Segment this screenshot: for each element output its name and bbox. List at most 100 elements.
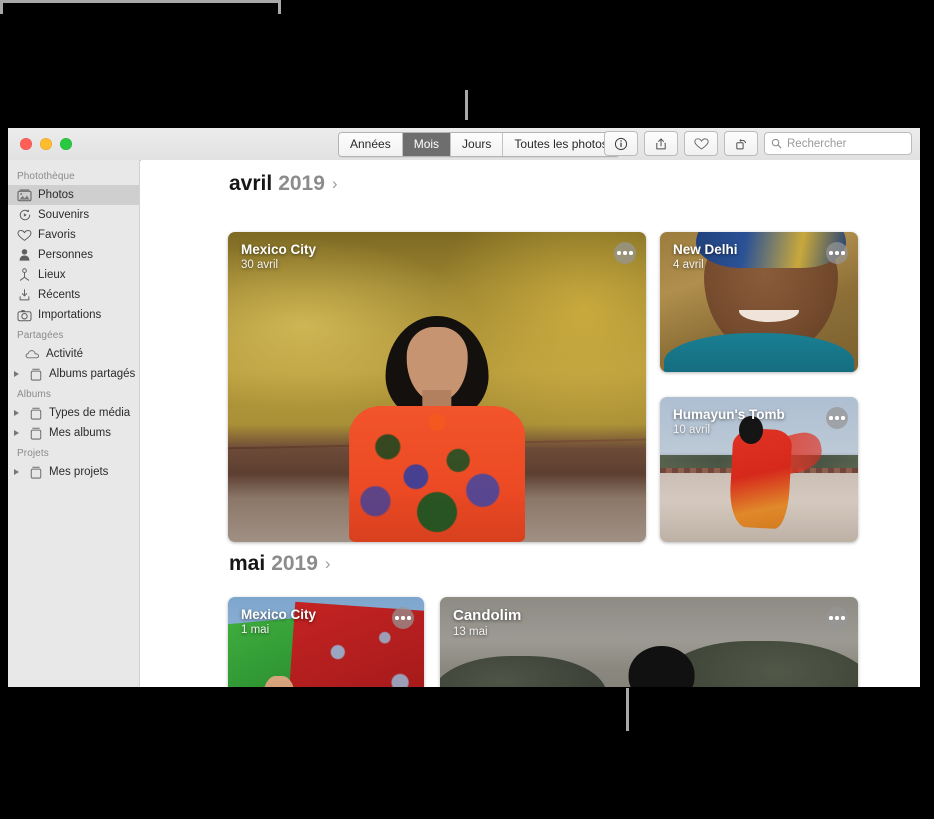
- chevron-right-icon[interactable]: ›: [332, 174, 338, 194]
- sidebar-item-albums-partages-label: Albums partagés: [49, 368, 136, 380]
- rotate-button[interactable]: [724, 131, 758, 156]
- chevron-right-icon[interactable]: [14, 430, 25, 436]
- sidebar-item-mes-projets[interactable]: Mes projets: [8, 462, 139, 482]
- photo-card-humayuns-tomb[interactable]: Humayun's Tomb 10 avril: [660, 397, 858, 542]
- sidebar-item-favoris[interactable]: Favoris: [8, 225, 139, 245]
- person-icon: [17, 248, 32, 263]
- photo-card-date: 1 mai: [241, 624, 270, 636]
- photos-icon: [17, 188, 32, 203]
- photo-card-mexico-city-avril[interactable]: Mexico City 30 avril: [228, 232, 646, 542]
- sidebar-item-lieux[interactable]: Lieux: [8, 265, 139, 285]
- sidebar-section-albums-header: Albums: [17, 389, 51, 400]
- close-button[interactable]: [20, 138, 32, 150]
- more-options-button[interactable]: [826, 607, 848, 629]
- camera-icon: [17, 308, 32, 323]
- photo-card-title: Mexico City: [241, 607, 317, 622]
- sidebar-item-mes-albums-label: Mes albums: [49, 427, 111, 439]
- sidebar-item-lieux-label: Lieux: [38, 269, 66, 281]
- more-options-button[interactable]: [826, 242, 848, 264]
- sidebar-section-photolibrary-header: Photothèque: [17, 171, 75, 182]
- download-icon: [17, 288, 32, 303]
- tab-mois[interactable]: Mois: [402, 133, 452, 156]
- month-header-avril[interactable]: avril 2019 ›: [141, 160, 920, 204]
- info-button[interactable]: [604, 131, 638, 156]
- month-year: 2019: [278, 172, 325, 195]
- sidebar-section-projects-header: Projets: [17, 448, 49, 459]
- sidebar-item-recents[interactable]: Récents: [8, 285, 139, 305]
- screenshot-root: Années Mois Jours Toutes les photos Rech…: [0, 0, 934, 819]
- pin-icon: [17, 268, 32, 283]
- minimize-button[interactable]: [40, 138, 52, 150]
- tab-annees-label: Années: [350, 137, 391, 151]
- search-input[interactable]: Rechercher: [764, 132, 912, 155]
- album-icon: [28, 406, 43, 421]
- heart-icon: [17, 228, 32, 243]
- photo-card-title: Candolim: [453, 607, 522, 624]
- month-name: mai: [229, 552, 266, 575]
- sidebar-item-activite[interactable]: Activité: [8, 344, 139, 364]
- sidebar-item-importations[interactable]: Importations: [8, 305, 139, 325]
- tab-jours-label: Jours: [462, 137, 492, 151]
- photo-card-date: 13 mai: [453, 626, 488, 638]
- callout-stem-bottom: [626, 688, 629, 731]
- photo-card-new-delhi[interactable]: New Delhi 4 avril: [660, 232, 858, 372]
- callout-bracket: [0, 0, 281, 14]
- sidebar-item-souvenirs[interactable]: Souvenirs: [8, 205, 139, 225]
- tab-toutes-les-photos[interactable]: Toutes les photos: [503, 133, 619, 156]
- share-button[interactable]: [644, 131, 678, 156]
- chevron-right-icon[interactable]: [14, 410, 25, 416]
- view-mode-segmented-control[interactable]: Années Mois Jours Toutes les photos: [338, 132, 620, 157]
- sidebar-item-mes-projets-label: Mes projets: [49, 466, 109, 478]
- tab-jours[interactable]: Jours: [451, 133, 504, 156]
- photos-grid[interactable]: avril 2019 › Mexico City 30 avril New De…: [141, 160, 920, 687]
- share-icon: [656, 137, 666, 149]
- month-header-mai[interactable]: mai 2019 ›: [141, 540, 331, 584]
- photo-card-title: Mexico City: [241, 242, 317, 257]
- album-icon: [28, 465, 43, 480]
- search-placeholder: Rechercher: [787, 137, 847, 150]
- sidebar-item-types-de-media[interactable]: Types de média: [8, 403, 139, 423]
- sidebar-item-photos[interactable]: Photos: [8, 185, 139, 205]
- sidebar-item-personnes[interactable]: Personnes: [8, 245, 139, 265]
- more-options-button[interactable]: [614, 242, 636, 264]
- sidebar-item-personnes-favoris-label: Favoris: [38, 229, 76, 241]
- sidebar-item-albums-partages[interactable]: Albums partagés: [8, 364, 139, 384]
- callout-stem-top: [465, 90, 468, 120]
- toolbar-actions: Rechercher: [604, 131, 912, 156]
- heart-icon: [693, 137, 709, 149]
- photo-card-date: 4 avril: [673, 259, 704, 271]
- cloud-icon: [25, 347, 40, 362]
- sidebar-item-photos-label: Photos: [38, 189, 74, 201]
- more-options-button[interactable]: [392, 607, 414, 629]
- zoom-button[interactable]: [60, 138, 72, 150]
- tab-mois-label: Mois: [413, 137, 440, 151]
- photo-card-candolim[interactable]: Candolim 13 mai: [440, 597, 858, 687]
- photo-thumbnail: [228, 232, 646, 542]
- sidebar-item-activite-label: Activité: [46, 348, 84, 360]
- sidebar-item-mes-albums[interactable]: Mes albums: [8, 423, 139, 443]
- photo-card-date: 30 avril: [241, 259, 279, 271]
- photo-card-mexico-city-mai[interactable]: Mexico City 1 mai: [228, 597, 424, 687]
- album-icon: [28, 367, 43, 382]
- chevron-right-icon[interactable]: [14, 469, 25, 475]
- more-options-button[interactable]: [826, 407, 848, 429]
- search-icon: [771, 138, 782, 149]
- month-year: 2019: [271, 552, 318, 575]
- chevron-right-icon[interactable]: ›: [325, 554, 331, 574]
- photos-app-window: Années Mois Jours Toutes les photos Rech…: [8, 128, 920, 687]
- chevron-right-icon[interactable]: [14, 371, 25, 377]
- sidebar[interactable]: Photothèque Photos Souvenirs Favoris Per…: [8, 160, 140, 687]
- month-name: avril: [229, 172, 273, 195]
- photo-card-title: Humayun's Tomb: [673, 407, 785, 422]
- window-controls: [20, 138, 72, 150]
- sidebar-item-souvenirs-label: Souvenirs: [38, 209, 90, 221]
- sidebar-item-importations-label: Importations: [38, 309, 102, 321]
- tab-annees[interactable]: Années: [339, 133, 403, 156]
- sidebar-item-personnes-label: Personnes: [38, 249, 93, 261]
- memories-icon: [17, 208, 32, 223]
- sidebar-item-recents-label: Récents: [38, 289, 81, 301]
- tab-toutes-les-photos-label: Toutes les photos: [514, 137, 608, 151]
- photo-card-title: New Delhi: [673, 242, 738, 257]
- favorite-button[interactable]: [684, 131, 718, 156]
- album-icon: [28, 426, 43, 441]
